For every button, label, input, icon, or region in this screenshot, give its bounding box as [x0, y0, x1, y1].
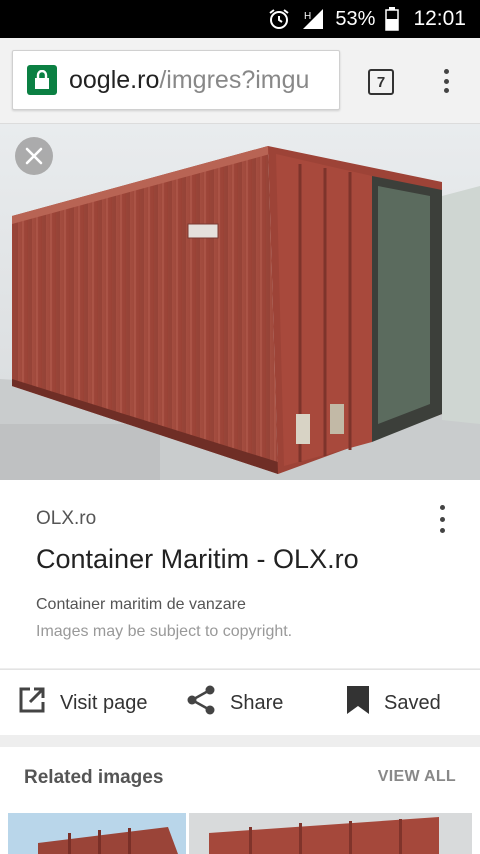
related-images-section: Related images VIEW ALL — [0, 747, 480, 854]
bookmark-icon — [346, 685, 370, 721]
share-icon — [186, 685, 216, 721]
open-in-new-icon — [18, 686, 46, 720]
tab-count: 7 — [376, 73, 386, 91]
related-images-title: Related images — [24, 767, 164, 788]
visit-page-label: Visit page — [60, 691, 148, 714]
battery-icon — [385, 7, 400, 31]
result-info-card: OLX.ro Container Maritim - OLX.ro Contai… — [0, 480, 480, 668]
tabs-icon[interactable]: 7 — [368, 69, 394, 95]
network-type: H — [304, 11, 311, 22]
url-host: oogle.ro — [69, 65, 160, 94]
browser-toolbar: oogle.ro/imgres?imgu 7 — [0, 38, 480, 124]
url-text: oogle.ro/imgres?imgu — [69, 66, 309, 95]
view-all-button[interactable]: VIEW ALL — [378, 768, 456, 786]
result-menu-icon[interactable] — [432, 502, 452, 536]
lock-icon — [27, 65, 57, 95]
result-image[interactable] — [0, 124, 480, 480]
clock: 12:01 — [413, 7, 466, 30]
close-icon[interactable] — [15, 137, 53, 175]
alarm-icon — [267, 7, 291, 31]
copyright-notice: Images may be subject to copyright. — [36, 623, 293, 640]
related-image-thumbnail[interactable] — [8, 813, 186, 854]
saved-label: Saved — [384, 691, 441, 714]
share-label: Share — [230, 691, 284, 714]
status-bar: H 53% 12:01 — [0, 0, 480, 38]
visit-page-button[interactable]: Visit page — [18, 670, 147, 736]
signal-icon: H — [301, 7, 325, 31]
battery-percent: 53% — [335, 7, 376, 30]
share-button[interactable]: Share — [186, 670, 283, 736]
result-description: Container maritim de vanzare — [36, 596, 246, 613]
result-title[interactable]: Container Maritim - OLX.ro — [36, 544, 359, 575]
overflow-menu-icon[interactable] — [434, 66, 458, 96]
source-site[interactable]: OLX.ro — [36, 508, 96, 530]
related-image-thumbnail[interactable] — [189, 813, 472, 854]
action-bar: Visit page Share Saved — [0, 669, 480, 735]
address-bar[interactable]: oogle.ro/imgres?imgu — [12, 50, 340, 110]
url-path: /imgres?imgu — [159, 65, 310, 94]
saved-button[interactable]: Saved — [346, 670, 441, 736]
